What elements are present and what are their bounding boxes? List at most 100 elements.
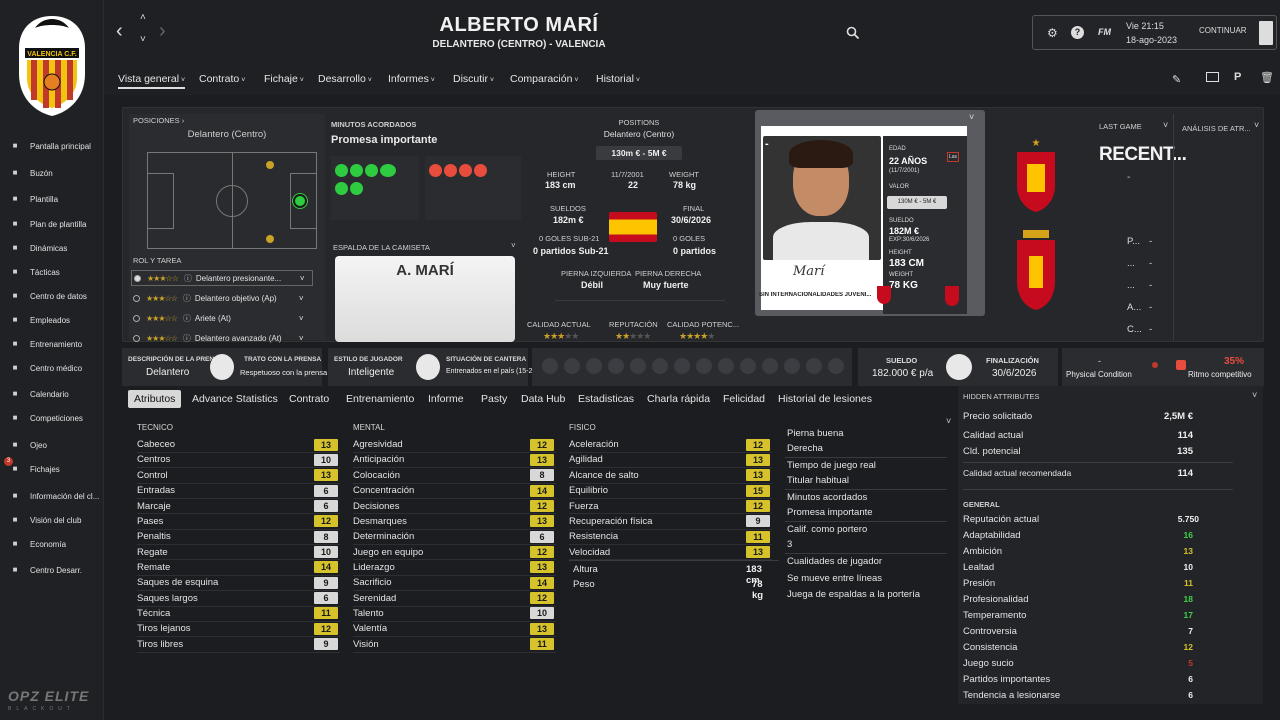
radio-icon[interactable] <box>133 334 140 342</box>
subtab-10[interactable]: Historial de lesiones <box>778 393 872 405</box>
award-badge-icon[interactable] <box>630 358 646 374</box>
screen-icon[interactable] <box>1206 72 1219 82</box>
tab-5[interactable]: Discutir ˅ <box>453 73 494 85</box>
trait-icon[interactable] <box>365 164 378 177</box>
trait-icon[interactable] <box>459 164 472 177</box>
radio-icon[interactable] <box>134 274 141 282</box>
subtab-3[interactable]: Entrenamiento <box>346 393 414 405</box>
award-badge-icon[interactable] <box>608 358 624 374</box>
info-icon[interactable]: ⓘ <box>183 313 191 324</box>
award-badge-icon[interactable] <box>828 358 844 374</box>
sidebar-item-4[interactable]: ■ Dinámicas <box>8 239 68 257</box>
sidebar-item-7[interactable]: ■ Empleados <box>8 311 70 329</box>
trash-icon[interactable]: 🗑 <box>1260 71 1274 84</box>
sidebar-item-3[interactable]: ■ Plan de plantilla <box>8 215 87 233</box>
sidebar-item-13[interactable]: ■ Fichajes <box>8 460 60 478</box>
continue-button[interactable]: CONTINUAR <box>1199 26 1247 35</box>
award-badge-icon[interactable] <box>564 358 580 374</box>
tab-3[interactable]: Desarrollo ˅ <box>318 73 372 85</box>
award-badge-icon[interactable] <box>652 358 668 374</box>
award-badge-icon[interactable] <box>696 358 712 374</box>
trait-icon[interactable] <box>429 164 442 177</box>
sidebar-item-11[interactable]: ■ Competiciones <box>8 409 83 427</box>
subtab-5[interactable]: Pasty <box>481 393 507 405</box>
subtab-1[interactable]: Advance Statistics <box>192 393 278 405</box>
settings-icon[interactable]: ⚙ <box>1047 26 1058 40</box>
role-row[interactable]: ★★★☆☆ ⓘ Delantero avanzado (At) ˅ <box>131 330 313 346</box>
award-badge-icon[interactable] <box>740 358 756 374</box>
sidebar-item-2[interactable]: ■ Plantilla <box>8 190 58 208</box>
award-badge-icon[interactable] <box>762 358 778 374</box>
sidebar-item-12[interactable]: ■ Ojeo <box>8 436 47 454</box>
sidebar-item-5[interactable]: ■ Tácticas <box>8 263 60 281</box>
sidebar-item-6[interactable]: ■ Centro de datos <box>8 287 87 305</box>
role-row[interactable]: ★★★☆☆ ⓘ Delantero presionante... ˅ <box>131 270 313 286</box>
chevron-down-icon[interactable]: ˅ <box>1252 390 1257 400</box>
award-badge-icon[interactable] <box>718 358 734 374</box>
tab-6[interactable]: Comparación ˅ <box>510 73 579 85</box>
sidebar-item-15[interactable]: ■ Visión del club <box>8 511 82 529</box>
award-badge-icon[interactable] <box>674 358 690 374</box>
sidebar-item-16[interactable]: ■ Economía <box>8 535 66 553</box>
continue-arrow-icon[interactable] <box>1259 21 1273 45</box>
help-icon[interactable]: ? <box>1071 26 1084 39</box>
subtab-4[interactable]: Informe <box>428 393 464 405</box>
sidebar-item-0[interactable]: ■ Pantalla principal <box>8 137 91 155</box>
tab-2[interactable]: Fichaje ˅ <box>264 73 304 85</box>
subtab-8[interactable]: Charla rápida <box>647 393 710 405</box>
trait-icon[interactable] <box>335 164 348 177</box>
chevron-down-icon[interactable]: ˅ <box>299 334 304 343</box>
trait-icon[interactable] <box>474 164 487 177</box>
info-icon[interactable]: ⓘ <box>183 293 191 304</box>
chevron-down-icon[interactable]: ˅ <box>1254 120 1259 130</box>
card-chevron-icon[interactable]: ˅ <box>969 112 974 122</box>
sidebar-item-1[interactable]: ■ Buzón <box>8 164 53 182</box>
radio-icon[interactable] <box>133 314 140 322</box>
tab-7[interactable]: Historial ˅ <box>596 73 640 85</box>
pin-icon[interactable]: P <box>1234 71 1241 83</box>
up-arrow-icon[interactable]: ˄ <box>140 12 146 23</box>
forward-arrow-icon[interactable]: › <box>159 20 166 43</box>
sidebar-item-10[interactable]: ■ Calendario <box>8 385 69 403</box>
back-arrow-icon[interactable]: ‹ <box>116 20 123 43</box>
chevron-down-icon[interactable]: ˅ <box>946 416 951 426</box>
tab-0[interactable]: Vista general ˅ <box>118 73 186 89</box>
fm-menu[interactable]: FM <box>1098 27 1111 37</box>
dob-value: 11/7/2001 <box>611 170 644 179</box>
sidebar-item-14[interactable]: ■ Información del cl... <box>8 487 100 505</box>
valencia-crest[interactable]: VALENCIA C.F. <box>13 14 91 118</box>
award-badge-icon[interactable] <box>784 358 800 374</box>
chevron-down-icon[interactable]: ˅ <box>511 241 516 250</box>
subtab-0[interactable]: Atributos <box>128 390 182 408</box>
radio-icon[interactable] <box>133 294 140 302</box>
chevron-down-icon[interactable]: ˅ <box>300 274 305 283</box>
subtab-9[interactable]: Felicidad <box>723 393 765 405</box>
award-badge-icon[interactable] <box>542 358 558 374</box>
sidebar-item-17[interactable]: ■ Centro Desarr. <box>8 561 82 579</box>
subtab-6[interactable]: Data Hub <box>521 393 565 405</box>
chevron-down-icon[interactable]: ˅ <box>1163 120 1168 130</box>
role-row[interactable]: ★★★☆☆ ⓘ Ariete (At) ˅ <box>131 310 313 326</box>
chevron-down-icon[interactable]: ˅ <box>299 294 304 303</box>
chevron-down-icon[interactable]: ˅ <box>299 314 304 323</box>
role-row[interactable]: ★★★☆☆ ⓘ Delantero objetivo (Ap) ˅ <box>131 290 313 306</box>
sidebar-item-9[interactable]: ■ Centro médico <box>8 359 82 377</box>
trait-icon[interactable] <box>350 182 363 195</box>
positions-link[interactable]: POSICIONES › <box>133 116 184 125</box>
subtab-2[interactable]: Contrato <box>289 393 329 405</box>
award-badge-icon[interactable] <box>586 358 602 374</box>
subtab-7[interactable]: Estadisticas <box>578 393 634 405</box>
tab-4[interactable]: Informes ˅ <box>388 73 435 85</box>
trait-icon[interactable] <box>380 164 396 177</box>
tab-1[interactable]: Contrato ˅ <box>199 73 245 85</box>
trait-icon[interactable] <box>335 182 348 195</box>
trait-icon[interactable] <box>350 164 363 177</box>
search-icon[interactable] <box>846 26 860 40</box>
edit-icon[interactable]: ✎ <box>1172 73 1181 86</box>
info-icon[interactable]: ⓘ <box>184 273 192 284</box>
award-badge-icon[interactable] <box>806 358 822 374</box>
sidebar-item-8[interactable]: ■ Entrenamiento <box>8 335 82 353</box>
down-arrow-icon[interactable]: ˅ <box>140 34 146 45</box>
trait-icon[interactable] <box>444 164 457 177</box>
info-icon[interactable]: ⓘ <box>183 333 191 344</box>
